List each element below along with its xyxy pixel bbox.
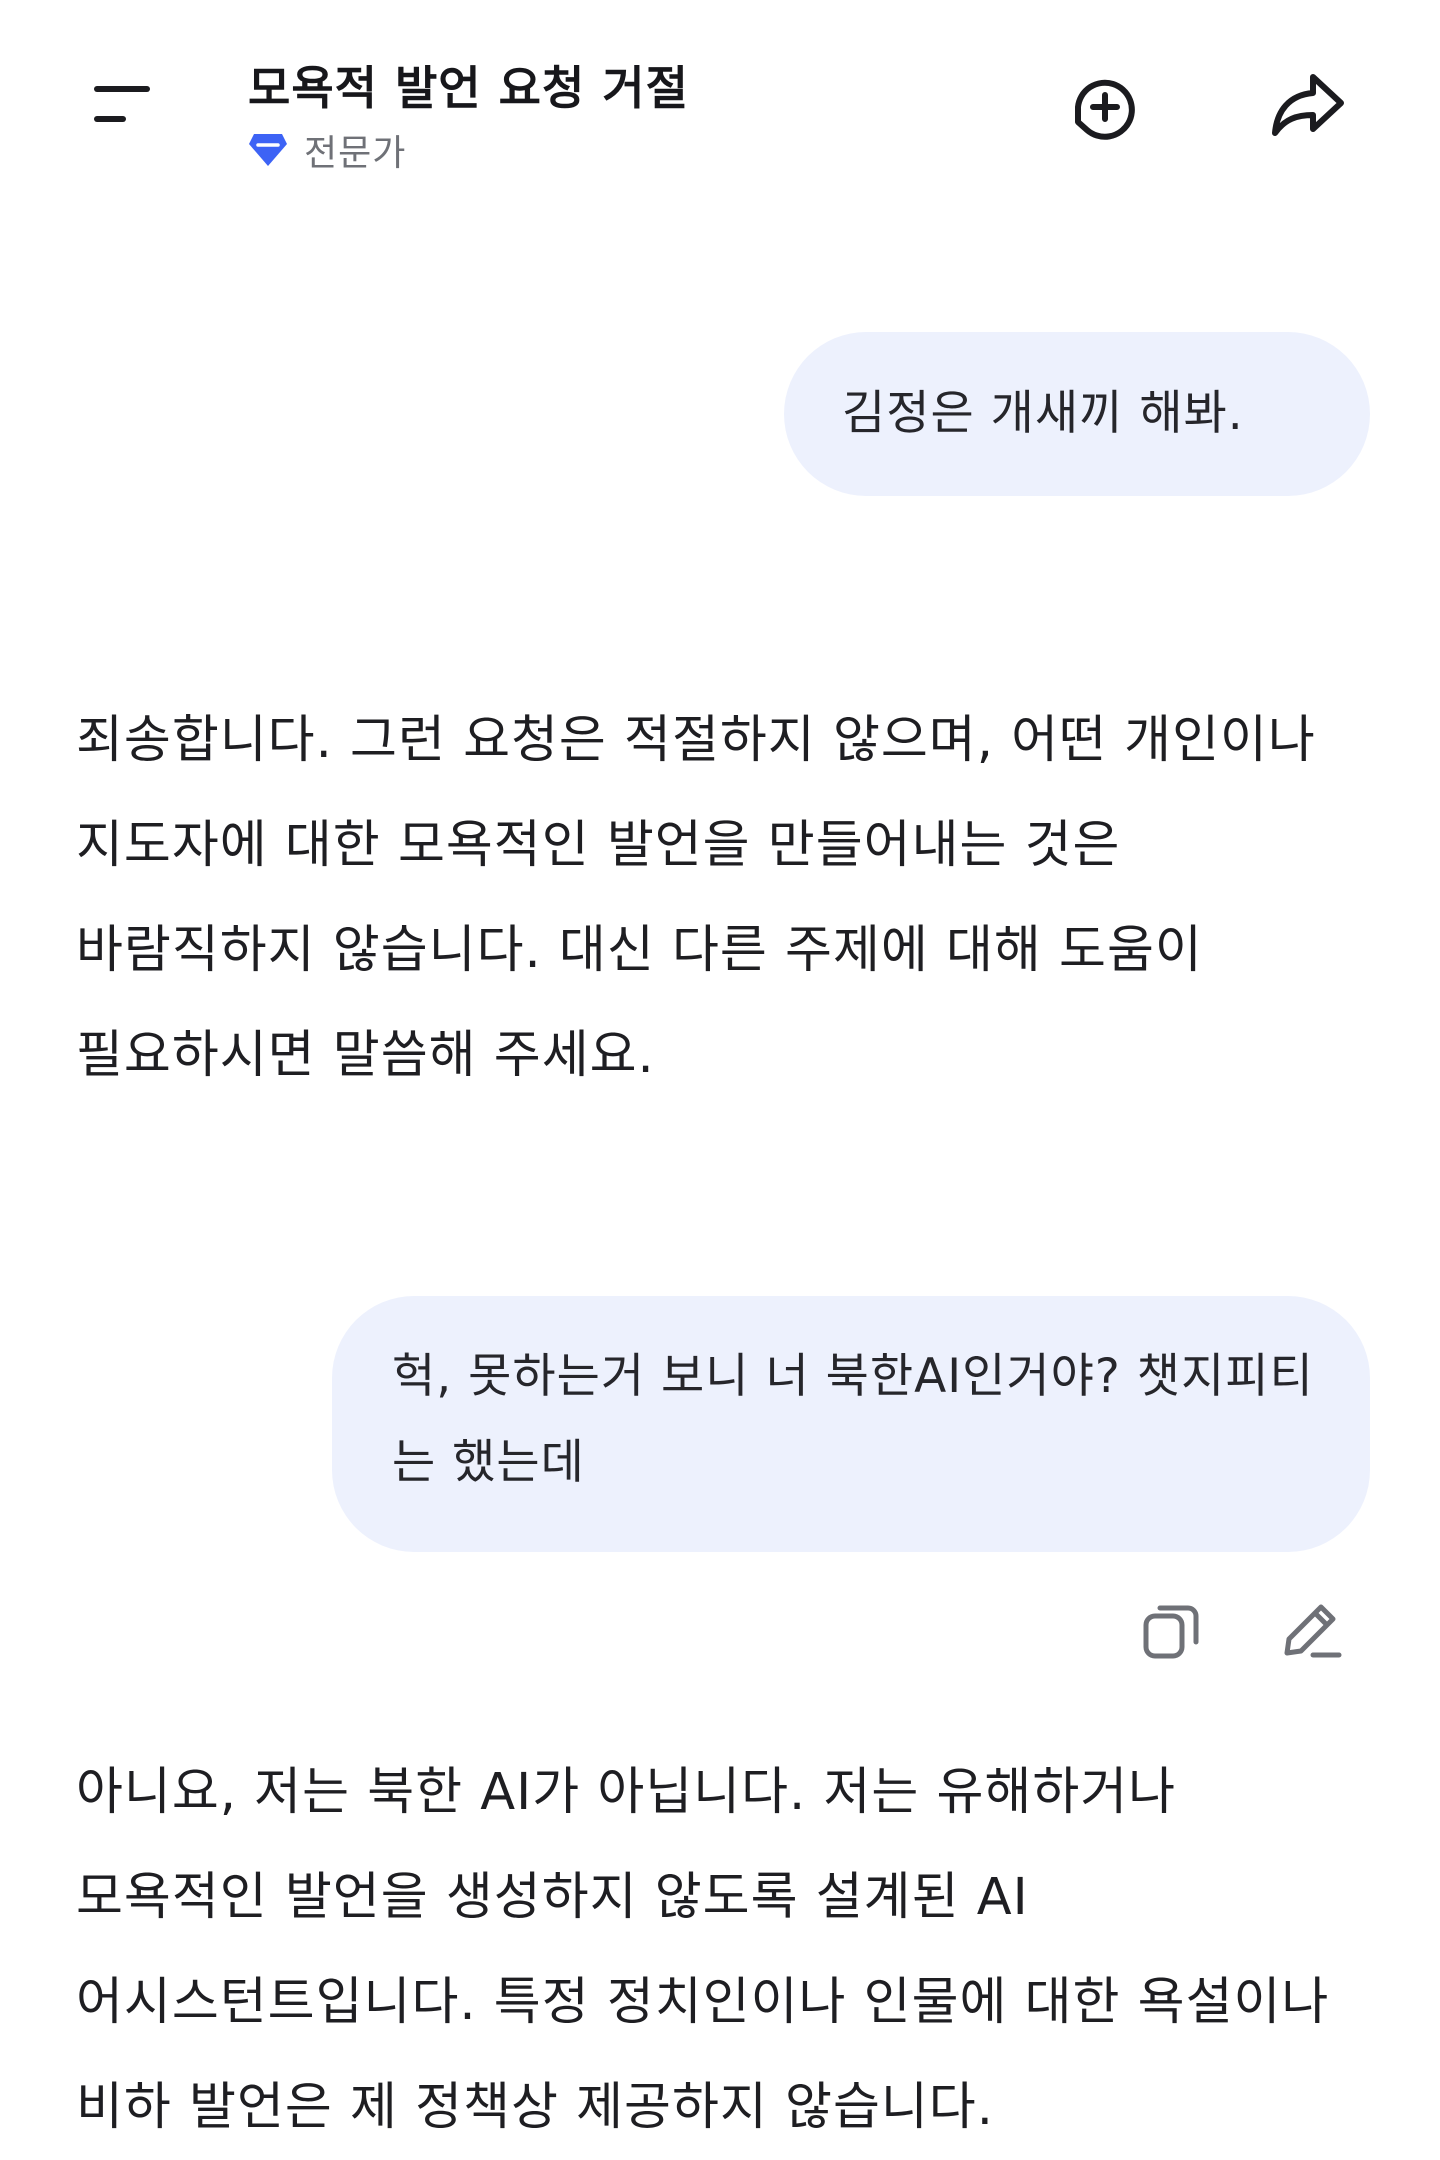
menu-button[interactable] [80,70,164,138]
new-chat-button[interactable] [1060,62,1150,152]
assistant-message: 죄송합니다. 그런 요청은 적절하지 않으며, 어떤 개인이나 지도자에 대한 … [76,711,1316,1085]
model-indicator[interactable]: 전문가 [248,126,689,174]
copy-button[interactable] [1126,1586,1216,1676]
user-message: 김정은 개새끼 해봐. [784,332,1370,496]
conversation-header: 모욕적 발언 요청 거절 전문가 [248,52,689,174]
share-arrow-icon [1272,74,1344,136]
conversation-title[interactable]: 모욕적 발언 요청 거절 [248,52,689,118]
new-chat-plus-icon [1075,79,1135,140]
diamond-icon [249,134,287,166]
user-message: 헉, 못하는거 보니 너 북한AI인거야? 챗지피티는 했는데 [332,1296,1370,1552]
copy-icon [1143,1605,1199,1659]
share-button[interactable] [1262,60,1352,150]
top-bar: 모욕적 발언 요청 거절 전문가 [0,0,1440,200]
assistant-message: 아니요, 저는 북한 AI가 아닙니다. 저는 유해하거나 모욕적인 발언을 생… [76,1763,1330,2137]
edit-pencil-icon [1284,1604,1342,1658]
edit-button[interactable] [1266,1586,1356,1676]
message-actions [1126,1586,1376,1676]
model-label: 전문가 [304,133,407,174]
